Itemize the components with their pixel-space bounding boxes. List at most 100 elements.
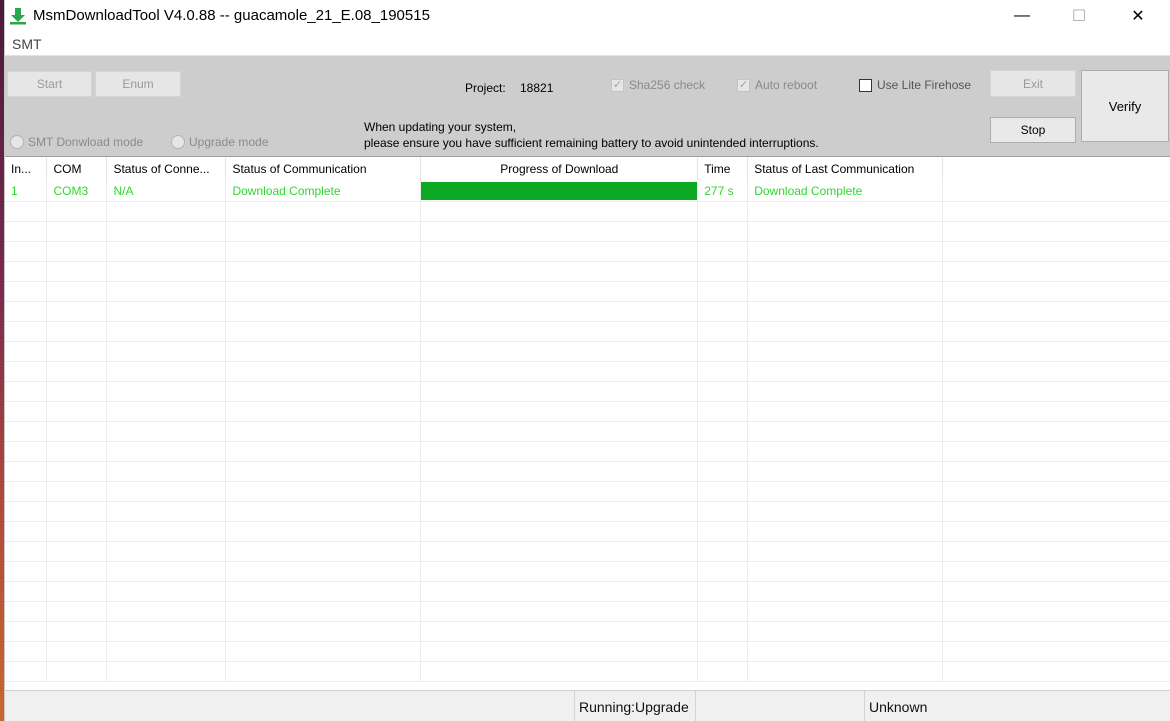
empty-cell [697,561,749,582]
empty-cell [5,641,48,662]
enum-button[interactable]: Enum [95,71,181,97]
empty-cell [225,561,422,582]
smt-mode-radio[interactable]: SMT Donwload mode [10,135,143,149]
empty-table-row [5,201,1170,222]
empty-cell [420,601,699,622]
lite-firehose-label: Use Lite Firehose [877,78,972,92]
empty-cell [46,441,108,462]
empty-cell [5,501,48,522]
cell-blank [942,181,1170,202]
column-header-last-communication[interactable]: Status of Last Communication [747,157,944,181]
empty-cell [46,361,108,382]
empty-cell [46,341,108,362]
empty-cell [46,221,108,242]
empty-cell [106,301,227,322]
empty-cell [420,421,699,442]
empty-cell [46,281,108,302]
empty-cell [106,561,227,582]
empty-cell [697,621,749,642]
empty-cell [5,361,48,382]
empty-cell [225,641,422,662]
battery-notice: When updating your system, please ensure… [364,119,819,151]
empty-cell [46,521,108,542]
empty-cell [420,261,699,282]
empty-cell [942,661,1170,682]
column-header-connection[interactable]: Status of Conne... [106,157,227,181]
empty-cell [225,321,422,342]
empty-cell [942,361,1170,382]
cell-index: 1 [5,181,48,202]
empty-cell [106,321,227,342]
empty-table-row [5,541,1170,562]
empty-cell [697,501,749,522]
empty-cell [5,661,48,682]
empty-cell [942,561,1170,582]
empty-table-row [5,321,1170,342]
empty-cell [942,401,1170,422]
column-header-communication[interactable]: Status of Communication [225,157,422,181]
empty-table-row [5,641,1170,662]
empty-cell [747,501,944,522]
empty-cell [420,561,699,582]
empty-cell [106,581,227,602]
column-header-index[interactable]: In... [5,157,48,181]
empty-cell [5,381,48,402]
lite-firehose-checkbox[interactable]: Use Lite Firehose [859,78,971,92]
empty-cell [747,481,944,502]
empty-cell [225,341,422,362]
empty-cell [5,341,48,362]
start-button[interactable]: Start [7,71,92,97]
empty-cell [942,281,1170,302]
checkbox-empty-icon [859,78,872,92]
empty-cell [46,301,108,322]
empty-cell [420,481,699,502]
empty-cell [5,421,48,442]
empty-cell [225,361,422,382]
menu-item-smt[interactable]: SMT [12,36,42,52]
minimize-button[interactable]: — [999,0,1045,32]
device-grid[interactable]: In... COM Status of Conne... Status of C… [5,156,1170,690]
empty-table-row [5,621,1170,642]
verify-button[interactable]: Verify [1081,70,1169,142]
upgrade-mode-radio[interactable]: Upgrade mode [171,135,268,149]
empty-cell [747,381,944,402]
empty-cell [225,621,422,642]
notice-line-2: please ensure you have sufficient remain… [364,136,819,150]
empty-cell [697,541,749,562]
maximize-button[interactable]: ☐ [1056,0,1102,32]
empty-cell [106,421,227,442]
empty-cell [420,381,699,402]
exit-button[interactable]: Exit [990,70,1076,97]
radio-icon [171,135,185,149]
close-button[interactable]: ✕ [1115,0,1161,32]
empty-cell [5,561,48,582]
empty-cell [5,581,48,602]
empty-cell [225,241,422,262]
empty-cell [46,461,108,482]
empty-cell [106,341,227,362]
stop-button[interactable]: Stop [990,117,1076,143]
progress-bar-fill [421,182,697,200]
empty-cell [5,321,48,342]
empty-cell [106,261,227,282]
empty-cell [5,601,48,622]
sha256-checkbox[interactable]: ✓ Sha256 check [611,78,705,92]
empty-cell [747,221,944,242]
empty-cell [225,441,422,462]
empty-cell [106,521,227,542]
empty-table-row [5,441,1170,462]
empty-table-row [5,461,1170,482]
menu-bar: SMT [5,32,1170,56]
cell-progress [420,181,699,202]
empty-table-row [5,581,1170,602]
auto-reboot-checkbox[interactable]: ✓ Auto reboot [737,78,817,92]
empty-cell [106,381,227,402]
column-header-com[interactable]: COM [46,157,108,181]
empty-cell [5,201,48,222]
table-row[interactable]: 1 COM3 N/A Download Complete 277 s Downl… [5,181,1170,202]
column-header-progress[interactable]: Progress of Download [420,157,699,181]
empty-cell [942,521,1170,542]
empty-cell [942,421,1170,442]
empty-cell [747,361,944,382]
column-header-time[interactable]: Time [697,157,749,181]
